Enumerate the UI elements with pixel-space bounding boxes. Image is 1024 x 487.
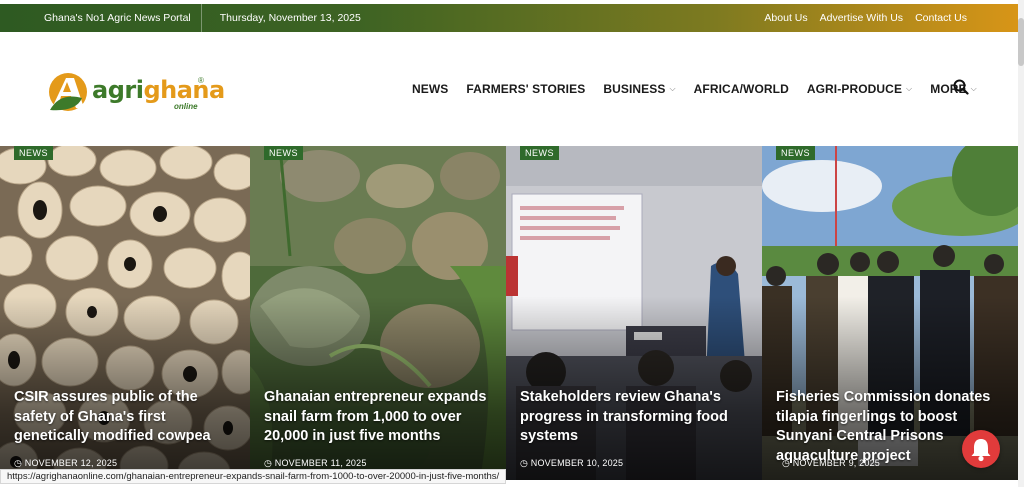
top-links: About Us Advertise With Us Contact Us xyxy=(764,12,1018,24)
featured-grid: NEWS CSIR assures public of the safety o… xyxy=(0,146,1018,480)
bell-icon xyxy=(971,439,991,462)
scrollbar-thumb[interactable] xyxy=(1018,18,1024,66)
site-logo[interactable]: agrighana ® online xyxy=(46,68,225,114)
card-title[interactable]: Ghanaian entrepreneur expands snail farm… xyxy=(264,388,490,447)
advertise-link[interactable]: Advertise With Us xyxy=(820,12,903,24)
featured-card-snail[interactable]: NEWS Ghanaian entrepreneur expands snail… xyxy=(250,146,506,480)
clock-icon: ◷ xyxy=(782,458,791,468)
nav-item-news[interactable]: NEWS xyxy=(412,82,448,96)
page-scrollbar[interactable] xyxy=(1018,0,1024,487)
card-date: ◷ NOVEMBER 9, 2025 xyxy=(782,458,881,468)
nav-item-farmers-stories[interactable]: FARMERS' STORIES xyxy=(466,82,585,96)
logo-mark-icon xyxy=(49,73,87,111)
logo-subtitle: online xyxy=(174,102,198,111)
card-title[interactable]: CSIR assures public of the safety of Gha… xyxy=(14,388,224,447)
logo-registered: ® xyxy=(198,76,204,85)
chevron-down-icon: ⌵ xyxy=(669,84,676,93)
top-bar: Ghana's No1 Agric News Portal Thursday, … xyxy=(0,4,1018,32)
category-badge[interactable]: NEWS xyxy=(14,146,53,160)
contact-us-link[interactable]: Contact Us xyxy=(915,12,967,24)
chevron-down-icon: ⌵ xyxy=(970,84,977,93)
featured-card-cowpea[interactable]: NEWS CSIR assures public of the safety o… xyxy=(0,146,250,480)
category-badge[interactable]: NEWS xyxy=(520,146,559,160)
site-tagline: Ghana's No1 Agric News Portal xyxy=(44,12,191,24)
card-date: ◷ NOVEMBER 10, 2025 xyxy=(520,458,624,468)
card-title[interactable]: Fisheries Commission donates tilapia fin… xyxy=(776,388,992,466)
category-badge[interactable]: NEWS xyxy=(264,146,303,160)
notification-bell-button[interactable] xyxy=(962,430,1000,468)
nav-item-agri-produce[interactable]: AGRI-PRODUCE ⌵ xyxy=(807,82,912,96)
nav-item-africa-world[interactable]: AFRICA/WORLD xyxy=(694,82,789,96)
about-us-link[interactable]: About Us xyxy=(764,12,807,24)
chevron-down-icon: ⌵ xyxy=(906,84,913,93)
nav-item-business[interactable]: BUSINESS ⌵ xyxy=(603,82,675,96)
clock-icon: ◷ xyxy=(520,458,529,468)
clock-icon: ◷ xyxy=(14,458,23,468)
clock-icon: ◷ xyxy=(264,458,273,468)
card-date: ◷ NOVEMBER 12, 2025 xyxy=(14,458,118,468)
main-nav: NEWS FARMERS' STORIES BUSINESS ⌵ AFRICA/W… xyxy=(412,79,995,96)
current-date: Thursday, November 13, 2025 xyxy=(219,12,361,24)
category-badge[interactable]: NEWS xyxy=(776,146,815,160)
link-preview-url: https://agrighanaonline.com/ghanaian-ent… xyxy=(0,469,507,484)
search-icon[interactable] xyxy=(953,79,969,95)
card-title[interactable]: Stakeholders review Ghana's progress in … xyxy=(520,388,740,447)
card-date: ◷ NOVEMBER 11, 2025 xyxy=(264,458,367,468)
logo-wordmark: agrighana xyxy=(92,76,225,104)
featured-card-stakeholders[interactable]: NEWS Stakeholders review Ghana's progres… xyxy=(506,146,762,480)
site-header: agrighana ® online NEWS FARMERS' STORIES… xyxy=(0,32,1018,146)
